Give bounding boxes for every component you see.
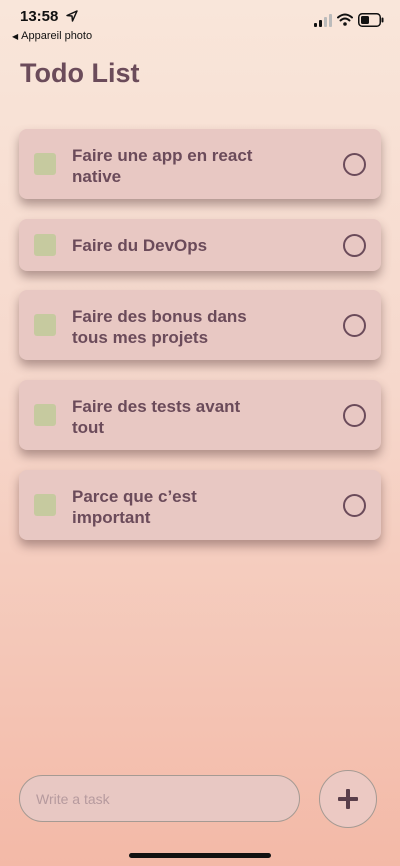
task-item[interactable]: Parce que c’est important bbox=[19, 470, 381, 540]
task-item[interactable]: Faire des tests avant tout bbox=[19, 380, 381, 450]
task-item[interactable]: Faire une app en react native bbox=[19, 129, 381, 199]
task-square-icon bbox=[34, 153, 56, 175]
task-check-circle[interactable] bbox=[343, 314, 366, 337]
task-check-circle[interactable] bbox=[343, 494, 366, 517]
status-bar: 13:58 ◀ Appareil photo bbox=[0, 0, 400, 44]
battery-icon bbox=[358, 13, 384, 27]
task-text: Parce que c’est important bbox=[72, 487, 197, 527]
location-icon bbox=[66, 10, 78, 22]
task-square-icon bbox=[34, 234, 56, 256]
task-text: Faire une app en react native bbox=[72, 146, 253, 186]
wifi-icon bbox=[337, 13, 353, 26]
task-text: Faire du DevOps bbox=[72, 236, 208, 255]
back-app-label: Appareil photo bbox=[21, 30, 93, 42]
task-text: Faire des bonus dans tous mes projets bbox=[72, 307, 247, 347]
task-check-circle[interactable] bbox=[343, 404, 366, 427]
signal-icon bbox=[314, 14, 332, 27]
task-square-icon bbox=[34, 404, 56, 426]
task-check-circle[interactable] bbox=[343, 153, 366, 176]
task-square-icon bbox=[34, 314, 56, 336]
add-task-button[interactable] bbox=[319, 770, 377, 828]
back-to-app-link[interactable]: ◀ Appareil photo bbox=[12, 30, 92, 42]
task-check-circle[interactable] bbox=[343, 234, 366, 257]
status-time: 13:58 bbox=[20, 8, 59, 25]
task-square-icon bbox=[34, 494, 56, 516]
task-input[interactable] bbox=[19, 775, 300, 822]
task-item[interactable]: Faire du DevOps bbox=[19, 219, 381, 271]
home-indicator bbox=[129, 853, 271, 858]
task-text: Faire des tests avant tout bbox=[72, 397, 241, 437]
page-title: Todo List bbox=[20, 58, 140, 88]
task-item[interactable]: Faire des bonus dans tous mes projets bbox=[19, 290, 381, 360]
plus-icon bbox=[338, 789, 358, 809]
back-arrow-icon: ◀ bbox=[12, 32, 19, 41]
